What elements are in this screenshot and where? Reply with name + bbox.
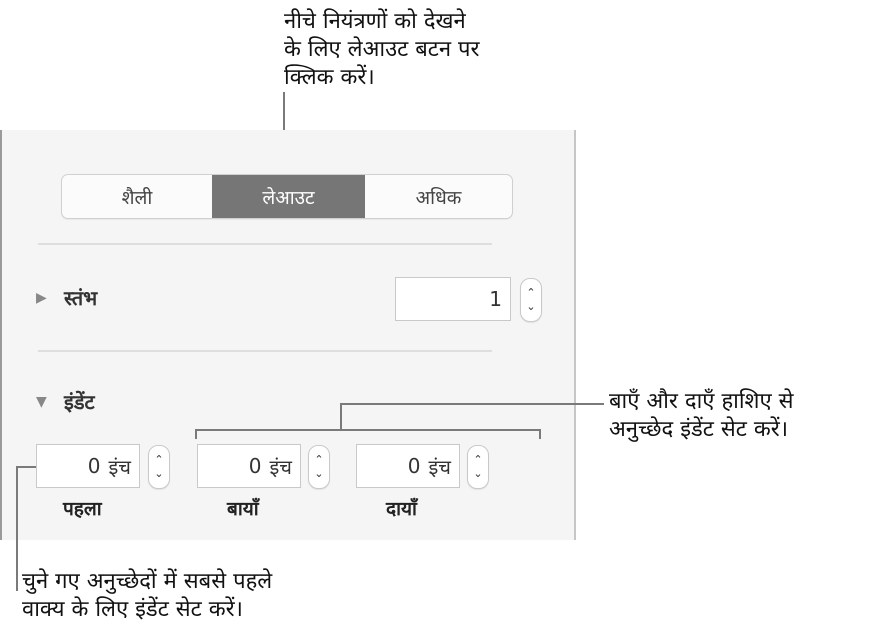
- right-indent-label: दायाँ: [386, 498, 417, 520]
- callout-leader-right: [340, 403, 604, 405]
- columns-value: 1: [489, 287, 502, 311]
- left-indent-stepper[interactable]: ⌃ ⌄: [308, 445, 330, 489]
- unit-label: इंच: [108, 454, 131, 479]
- indent-disclosure[interactable]: ▼ इंडेंट: [36, 388, 95, 415]
- first-indent-stepper[interactable]: ⌃ ⌄: [148, 445, 170, 489]
- format-inspector-panel: शैली लेआउट अधिक ▶ स्तंभ 1 ⌃ ⌄ ▼ इंडेंट 0…: [0, 130, 576, 540]
- callout-bracket-left: [195, 429, 197, 439]
- indent-label: इंडेंट: [64, 390, 95, 414]
- left-indent-value: 0: [248, 454, 262, 478]
- right-indent-stepper[interactable]: ⌃ ⌄: [467, 445, 489, 489]
- chevron-down-icon[interactable]: ⌄: [154, 467, 163, 481]
- columns-stepper[interactable]: ⌃ ⌄: [520, 278, 542, 322]
- columns-label: स्तंभ: [64, 286, 98, 310]
- chevron-up-icon[interactable]: ⌃: [473, 453, 482, 467]
- callout-bracket-right: [539, 429, 541, 439]
- callout-first-indent: चुने गए अनुच्छेदों में सबसे पहले वाक्य क…: [22, 568, 272, 624]
- tab-layout[interactable]: लेआउट: [212, 175, 365, 218]
- chevron-up-icon[interactable]: ⌃: [314, 453, 323, 467]
- callout-line: बाएँ और दाएँ हाशिए से: [609, 389, 794, 414]
- first-indent-value: 0: [87, 454, 101, 478]
- callout-leader-bottom-h: [16, 466, 36, 468]
- chevron-up-icon[interactable]: ⌃: [154, 453, 163, 467]
- divider: [38, 350, 492, 352]
- callout-leader-bottom-v: [16, 466, 18, 591]
- callout-line: क्लिक करें।: [284, 65, 375, 90]
- first-indent-label: पहला: [63, 498, 102, 520]
- divider: [38, 243, 492, 245]
- disclosure-expanded-icon: ▼: [36, 393, 47, 410]
- callout-line: के लिए लेआउट बटन पर: [284, 37, 480, 62]
- unit-label: इंच: [428, 454, 451, 479]
- callout-margins: बाएँ और दाएँ हाशिए से अनुच्छेद इंडेंट से…: [609, 388, 794, 444]
- left-indent-label: बायाँ: [227, 498, 259, 520]
- tab-style[interactable]: शैली: [62, 175, 212, 218]
- disclosure-collapsed-icon: ▶: [36, 289, 47, 306]
- chevron-down-icon[interactable]: ⌄: [473, 467, 482, 481]
- chevron-up-icon[interactable]: ⌃: [526, 286, 535, 300]
- tab-segmented-control: शैली लेआउट अधिक: [61, 174, 513, 219]
- callout-line: अनुच्छेद इंडेंट सेट करें।: [609, 417, 789, 442]
- callout-line: चुने गए अनुच्छेदों में सबसे पहले: [22, 569, 273, 594]
- callout-line: नीचे नियंत्रणों को देखने: [284, 9, 466, 34]
- right-indent-field[interactable]: 0 इंच: [356, 444, 460, 488]
- left-indent-field[interactable]: 0 इंच: [197, 444, 301, 488]
- columns-field[interactable]: 1: [395, 277, 511, 321]
- chevron-down-icon[interactable]: ⌄: [314, 467, 323, 481]
- first-indent-field[interactable]: 0 इंच: [36, 444, 140, 488]
- right-indent-value: 0: [407, 454, 421, 478]
- callout-bracket-stem: [340, 403, 342, 430]
- callout-layout-button: नीचे नियंत्रणों को देखने के लिए लेआउट बट…: [284, 8, 480, 92]
- tab-more[interactable]: अधिक: [365, 175, 512, 218]
- callout-line: वाक्य के लिए इंडेंट सेट करें।: [22, 597, 243, 622]
- unit-label: इंच: [269, 454, 292, 479]
- chevron-down-icon[interactable]: ⌄: [526, 300, 535, 314]
- columns-disclosure[interactable]: ▶ स्तंभ: [36, 284, 97, 311]
- callout-bracket: [195, 429, 541, 431]
